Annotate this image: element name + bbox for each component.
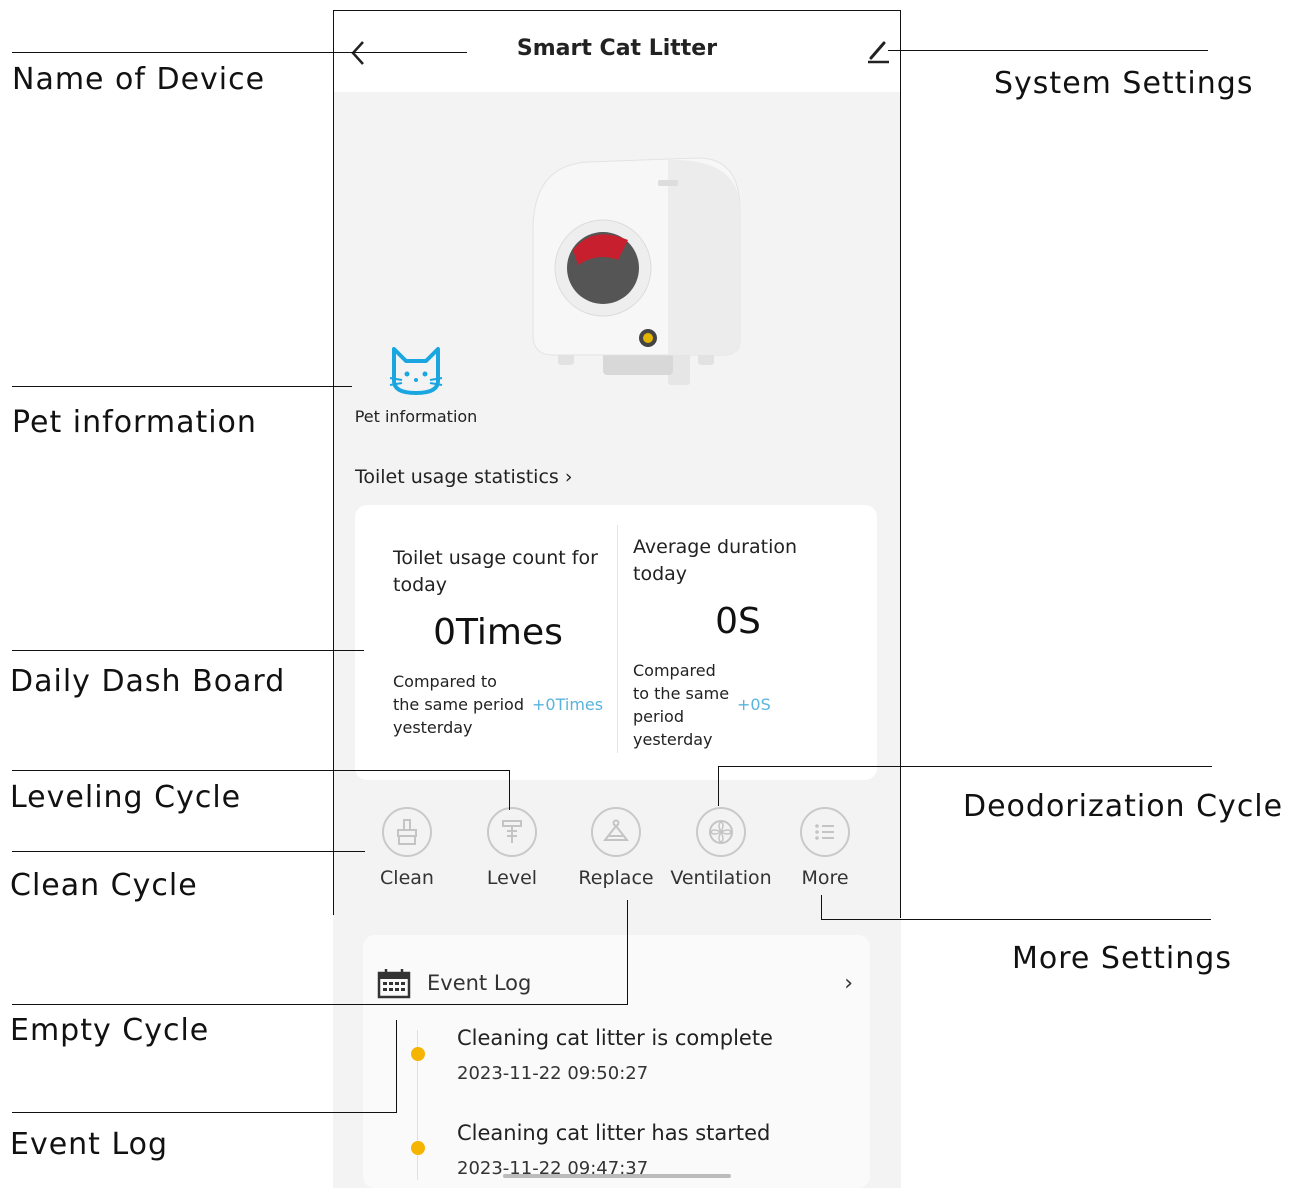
replace-button[interactable]: Replace [564,807,668,889]
device-name-title: Smart Cat Litter [516,36,718,61]
clean-label: Clean [380,867,434,889]
annotation-system-settings: System Settings [994,66,1254,101]
app-screen: Smart Cat Litter Pet information Toilet … [333,10,901,1188]
annotation-pet-information: Pet information [12,405,257,440]
duration-title: Average duration today [633,536,798,585]
leader-line [718,766,719,806]
leader-line [396,1020,397,1113]
pencil-icon [868,41,889,64]
annotation-event-log: Event Log [10,1127,169,1162]
statistics-link-label: Toilet usage statistics [355,466,559,488]
event-title: Cleaning cat litter is complete [457,1026,773,1050]
duration-delta: +0S [737,695,771,714]
annotation-daily-dash-board: Daily Dash Board [10,664,286,699]
count-delta: +0Times [532,695,604,714]
home-indicator [503,1174,731,1178]
leader-line [12,851,365,852]
duration-compare-label: Compared to the same period yesterday [633,661,730,749]
event-log-title: Event Log [427,971,532,995]
daily-dashboard-card: Toilet usage count for today 0Times Comp… [355,505,877,780]
chevron-right-icon: › [844,971,853,996]
level-button[interactable]: Level [460,807,564,889]
leader-line [12,52,467,53]
count-compare-label: Compared to the same period yesterday [393,672,524,737]
replace-icon [602,819,630,841]
event-title: Cleaning cat litter has started [457,1121,771,1145]
leader-line [821,919,1211,920]
phone-frame [333,10,334,915]
card-divider [617,525,618,753]
annotation-empty-cycle: Empty Cycle [10,1013,210,1048]
leader-line [821,895,822,919]
level-icon [502,820,522,843]
phone-frame [900,10,901,918]
event-dot [411,1141,425,1155]
replace-label: Replace [578,867,654,889]
leader-line [888,50,1208,51]
leader-line [627,900,628,1005]
chevron-right-icon: › [558,466,573,488]
duration-value: 0S [715,601,761,642]
ventilation-button[interactable]: Ventilation [669,807,773,889]
leader-line [12,650,364,651]
event-dot [411,1047,425,1061]
edit-settings-button[interactable] [865,38,893,66]
clean-button[interactable]: Clean [355,807,459,889]
leader-line [12,1004,628,1005]
annotation-name-of-device: Name of Device [12,62,266,97]
ventilation-label: Ventilation [670,867,772,889]
fan-icon [709,820,733,844]
app-header: Smart Cat Litter [333,10,901,92]
more-button[interactable]: More [773,807,877,889]
leader-line [12,770,510,771]
annotation-deodorization-cycle: Deodorization Cycle [963,789,1284,824]
event-log-header[interactable]: Event Log › [377,965,857,999]
pet-information-button[interactable]: Pet information [351,345,481,426]
litter-box-image [532,157,741,385]
level-label: Level [486,867,538,889]
phone-frame [333,10,901,11]
leader-line [12,386,352,387]
calendar-icon [377,969,411,999]
broom-icon [397,819,417,845]
pet-information-label: Pet information [354,407,478,426]
annotation-clean-cycle: Clean Cycle [10,868,198,903]
action-bar: Clean Level Replace Ventilation More [333,807,901,897]
toilet-usage-statistics-link[interactable]: Toilet usage statistics › [355,466,572,488]
count-title: Toilet usage count for today [393,547,598,596]
event-time: 2023-11-22 09:50:27 [457,1063,649,1084]
list-icon [815,824,834,840]
more-label: More [801,867,849,889]
annotation-more-settings: More Settings [1012,941,1232,976]
event-log-panel: Event Log › Cleaning cat litter is compl… [363,935,870,1188]
leader-line [12,1112,397,1113]
cat-icon [389,347,443,395]
annotation-leveling-cycle: Leveling Cycle [10,780,242,815]
count-value: 0Times [433,612,563,653]
leader-line [718,766,1212,767]
leader-line [509,770,510,810]
